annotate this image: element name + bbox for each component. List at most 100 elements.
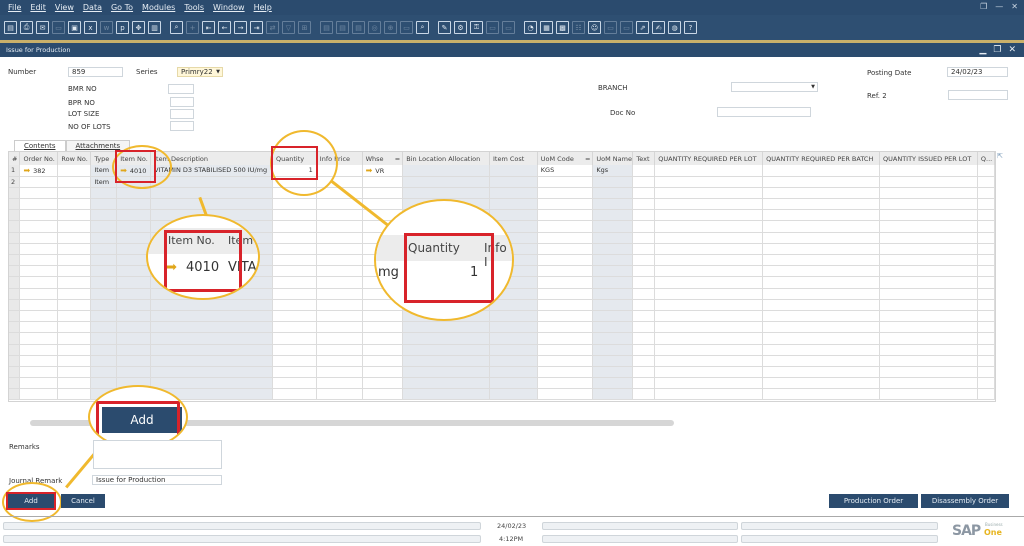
link-arrow-icon[interactable]: ➡ <box>23 166 30 175</box>
cell-row-no[interactable] <box>57 165 92 177</box>
cell-quantity[interactable] <box>272 288 317 300</box>
cell-qty-issued-per-lot[interactable] <box>879 243 978 256</box>
cell-text[interactable] <box>632 299 656 311</box>
cell-q-more[interactable] <box>977 366 995 379</box>
cell-text[interactable] <box>632 220 656 233</box>
close-icon[interactable]: ✕ <box>1011 2 1018 11</box>
cell-qty-issued-per-lot[interactable] <box>879 332 978 345</box>
col-bin-location[interactable]: Bin Location Allocation <box>402 152 491 165</box>
cell-text[interactable] <box>632 176 656 188</box>
cell-qty-required-per-batch[interactable] <box>762 187 881 200</box>
menu-window[interactable]: Window <box>213 3 245 12</box>
menu-help[interactable]: Help <box>254 3 272 12</box>
col-uom-code[interactable]: UoM Code = <box>537 152 594 165</box>
cell-text[interactable] <box>632 276 656 289</box>
ref2-field[interactable] <box>948 90 1008 100</box>
cell-type[interactable] <box>90 310 118 323</box>
cell-quantity[interactable] <box>272 209 317 222</box>
tab-contents[interactable]: Contents <box>14 140 66 151</box>
cell-qty-required-per-lot[interactable] <box>654 265 764 278</box>
help-icon[interactable]: ? <box>684 21 697 34</box>
cell-qty-required-per-batch[interactable] <box>762 165 881 177</box>
cell-qty-required-per-batch[interactable] <box>762 388 881 401</box>
cell-order-no[interactable] <box>19 209 59 222</box>
col-qty-issued-per-lot[interactable]: QUANTITY ISSUED PER LOT <box>879 152 978 165</box>
cell-uom-code[interactable] <box>537 310 594 323</box>
number-field[interactable]: 859 <box>68 67 123 77</box>
cell-item-no[interactable] <box>116 332 152 345</box>
user-icon[interactable]: ☺ <box>588 21 601 34</box>
cell-type[interactable] <box>90 209 118 222</box>
cell-q-more[interactable] <box>977 198 995 211</box>
cell-item-no[interactable] <box>116 355 152 367</box>
cell-type[interactable] <box>90 187 118 200</box>
cell-row-no[interactable] <box>57 232 92 244</box>
cell-info-price[interactable] <box>316 254 363 267</box>
cell-type[interactable] <box>90 265 118 278</box>
cell-qty-required-per-batch[interactable] <box>762 220 881 233</box>
menu-edit[interactable]: Edit <box>30 3 46 12</box>
first-record-icon[interactable]: ⇤ <box>202 21 215 34</box>
cell-text[interactable] <box>632 187 656 200</box>
table-row[interactable] <box>9 209 995 222</box>
cell-item-description[interactable] <box>150 344 274 356</box>
cell-row-no[interactable] <box>57 209 92 222</box>
move-icon[interactable]: ✥ <box>132 21 145 34</box>
layout-icon[interactable]: ▭ <box>400 21 413 34</box>
cell-row-no[interactable] <box>57 388 92 401</box>
cell-qty-required-per-batch[interactable] <box>762 332 881 345</box>
cell-qty-issued-per-lot[interactable] <box>879 366 978 379</box>
cell-item-no[interactable] <box>116 232 152 244</box>
cell-item-no[interactable] <box>116 288 152 300</box>
table-row[interactable] <box>9 366 995 379</box>
cell-uom-code[interactable] <box>537 299 594 311</box>
cell-uom-name[interactable]: Kgs <box>592 165 634 177</box>
cell-type[interactable] <box>90 344 118 356</box>
cell-qty-required-per-lot[interactable] <box>654 198 764 211</box>
cell-text[interactable] <box>632 321 656 334</box>
cell-q-more[interactable] <box>977 299 995 311</box>
cell-qty-issued-per-lot[interactable] <box>879 187 978 200</box>
cell-q-more[interactable] <box>977 355 995 367</box>
cell-q-more[interactable] <box>977 187 995 200</box>
cell-uom-code[interactable] <box>537 254 594 267</box>
cell-uom-name[interactable] <box>592 321 634 334</box>
cell-bin-location[interactable] <box>402 388 491 401</box>
export-icon[interactable]: ⇗ <box>636 21 649 34</box>
cell-item-cost[interactable] <box>489 165 538 177</box>
cell-qty-required-per-lot[interactable] <box>654 355 764 367</box>
print-icon[interactable]: ⎙ <box>20 21 33 34</box>
cell-uom-name[interactable] <box>592 377 634 390</box>
table-row[interactable] <box>9 321 995 334</box>
cell-item-no[interactable] <box>116 321 152 334</box>
cell-whse[interactable] <box>362 187 404 200</box>
cell-item-no[interactable] <box>116 366 152 379</box>
cell-text[interactable] <box>632 209 656 222</box>
cell-type[interactable] <box>90 299 118 311</box>
cell-order-no[interactable] <box>19 377 59 390</box>
cell-text[interactable] <box>632 344 656 356</box>
table-row[interactable] <box>9 299 995 311</box>
cell-item-description[interactable] <box>150 176 274 188</box>
cell-row-no[interactable] <box>57 288 92 300</box>
chat-icon[interactable]: ▭ <box>502 21 515 34</box>
cell-row-no[interactable] <box>57 265 92 278</box>
cell-qty-issued-per-lot[interactable] <box>879 220 978 233</box>
cell-uom-name[interactable] <box>592 176 634 188</box>
cell-q-more[interactable] <box>977 321 995 334</box>
cell-item-no[interactable] <box>116 209 152 222</box>
cell-q-more[interactable] <box>977 232 995 244</box>
authorization-icon[interactable]: ⚿ <box>470 21 483 34</box>
cell-q-more[interactable] <box>977 276 995 289</box>
cell-qty-required-per-lot[interactable] <box>654 187 764 200</box>
cell-item-no[interactable] <box>116 187 152 200</box>
cell-info-price[interactable] <box>316 276 363 289</box>
cell-qty-required-per-batch[interactable] <box>762 377 881 390</box>
bmr-field[interactable] <box>168 84 194 94</box>
cell-quantity[interactable] <box>272 366 317 379</box>
cell-text[interactable] <box>632 265 656 278</box>
cell-qty-required-per-batch[interactable] <box>762 209 881 222</box>
cell-qty-issued-per-lot[interactable] <box>879 265 978 278</box>
col-row-no[interactable]: Row No. <box>57 152 92 165</box>
cell-uom-name[interactable] <box>592 355 634 367</box>
